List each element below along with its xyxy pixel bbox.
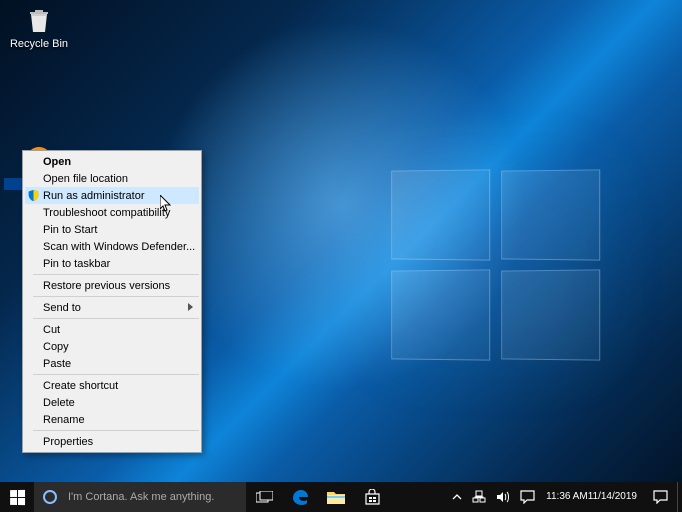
ctx-separator	[33, 296, 199, 297]
clock-date: 11/14/2019	[588, 491, 637, 503]
taskbar-clock[interactable]: 11:36 AM 11/14/2019	[540, 482, 643, 512]
ctx-troubleshoot-compatibility[interactable]: Troubleshoot compatibility	[25, 204, 199, 221]
ctx-pin-to-taskbar[interactable]: Pin to taskbar	[25, 255, 199, 272]
taskbar-app-store[interactable]	[354, 482, 390, 512]
desktop-icon-recycle-bin[interactable]: Recycle Bin	[4, 4, 74, 50]
store-icon	[364, 489, 381, 506]
system-tray: 11:36 AM 11/14/2019	[447, 482, 682, 512]
windows-logo-icon	[10, 489, 25, 504]
notification-icon	[520, 490, 535, 504]
wallpaper-windows-logo	[390, 170, 610, 370]
ctx-open[interactable]: Open	[25, 153, 199, 170]
ctx-create-shortcut[interactable]: Create shortcut	[25, 377, 199, 394]
taskbar: I'm Cortana. Ask me anything.	[0, 482, 682, 512]
ctx-pin-to-start[interactable]: Pin to Start	[25, 221, 199, 238]
action-center-icon	[653, 490, 668, 504]
ctx-separator	[33, 318, 199, 319]
cortana-icon	[42, 489, 58, 505]
mouse-cursor-icon	[160, 195, 172, 213]
edge-icon	[290, 487, 310, 507]
ctx-properties[interactable]: Properties	[25, 433, 199, 450]
tray-volume-button[interactable]	[491, 482, 515, 512]
ctx-paste[interactable]: Paste	[25, 355, 199, 372]
ctx-open-file-location[interactable]: Open file location	[25, 170, 199, 187]
cortana-search-box[interactable]: I'm Cortana. Ask me anything.	[34, 482, 246, 512]
clock-time: 11:36 AM	[546, 491, 588, 503]
ctx-separator	[33, 274, 199, 275]
folder-icon	[327, 490, 345, 505]
uac-shield-icon	[27, 189, 40, 202]
taskbar-app-file-explorer[interactable]	[318, 482, 354, 512]
recycle-bin-icon	[23, 4, 55, 36]
ctx-rename[interactable]: Rename	[25, 411, 199, 428]
search-placeholder: I'm Cortana. Ask me anything.	[68, 491, 214, 503]
context-menu: Open Open file location Run as administr…	[22, 150, 202, 453]
ctx-separator	[33, 430, 199, 431]
chevron-right-icon	[188, 303, 193, 311]
taskbar-app-edge[interactable]	[282, 482, 318, 512]
tray-network-button[interactable]	[467, 482, 491, 512]
ctx-run-as-administrator[interactable]: Run as administrator	[25, 187, 199, 204]
task-view-button[interactable]	[246, 482, 282, 512]
desktop-icon-label: Recycle Bin	[4, 38, 74, 50]
volume-icon	[496, 490, 510, 504]
ctx-separator	[33, 374, 199, 375]
ctx-scan-defender[interactable]: Scan with Windows Defender...	[25, 238, 199, 255]
tray-notifications-button[interactable]	[515, 482, 540, 512]
chevron-up-icon	[452, 492, 462, 502]
ctx-send-to[interactable]: Send to	[25, 299, 199, 316]
network-icon	[472, 490, 486, 504]
ctx-copy[interactable]: Copy	[25, 338, 199, 355]
desktop[interactable]: Recycle Bin Oper Open Open file location…	[0, 0, 682, 512]
show-desktop-button[interactable]	[677, 482, 682, 512]
ctx-cut[interactable]: Cut	[25, 321, 199, 338]
start-button[interactable]	[0, 482, 34, 512]
ctx-delete[interactable]: Delete	[25, 394, 199, 411]
tray-action-center-button[interactable]	[643, 482, 677, 512]
task-view-icon	[256, 491, 273, 504]
tray-overflow-button[interactable]	[447, 482, 467, 512]
ctx-restore-previous-versions[interactable]: Restore previous versions	[25, 277, 199, 294]
